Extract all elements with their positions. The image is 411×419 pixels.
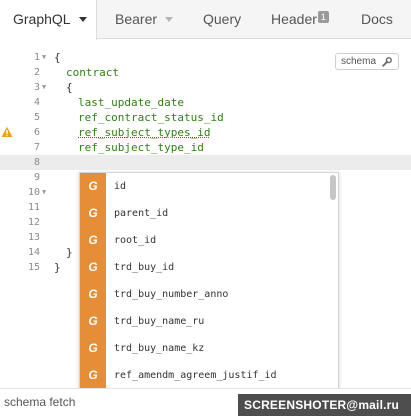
tab-bearer[interactable]: Bearer [115, 0, 174, 39]
fold-arrow-icon[interactable]: ▼ [42, 185, 46, 200]
tab-header-label: Header [271, 11, 317, 27]
line-number: 6 [33, 127, 40, 138]
graphql-type-icon: G [80, 254, 106, 281]
hint-label: id [114, 181, 127, 192]
tab-query-label: Query [203, 11, 242, 27]
code-text: } [66, 246, 73, 259]
watermark: SCREENSHOTER@mail.ru [238, 394, 411, 416]
hint-item[interactable]: G trd_buy_number_anno [80, 281, 338, 308]
tab-docs-label: Docs [361, 11, 393, 27]
code-text: contract [66, 66, 119, 79]
line-number: 5 [33, 112, 40, 123]
editor-line: 6 ref_subject_types_id [0, 125, 411, 140]
line-number: 9 [33, 172, 40, 183]
line-number: 2 [33, 67, 40, 78]
editor-line: 7 ref_subject_type_id [0, 140, 411, 155]
hint-item[interactable]: G root_id [80, 227, 338, 254]
chevron-down-icon [165, 16, 174, 22]
line-number: 14 [27, 247, 40, 258]
fold-arrow-icon[interactable]: ▼ [42, 50, 46, 65]
hint-label: trd_buy_number_anno [114, 289, 229, 300]
editor-line: 5 ref_contract_status_id [0, 110, 411, 125]
hint-item[interactable]: G ref_amendm_agreem_justif_id [80, 362, 338, 389]
line-number: 11 [27, 202, 40, 213]
line-number: 3 [33, 82, 40, 93]
graphql-type-icon: G [80, 308, 106, 335]
hint-item[interactable]: G parent_id [80, 200, 338, 227]
tab-bar: GraphQL Bearer Query Header 1 Docs [0, 0, 411, 40]
code-text: { [66, 81, 73, 94]
line-number: 15 [27, 262, 40, 273]
tab-bearer-label: Bearer [115, 11, 158, 27]
hint-label: trd_buy_name_kz [114, 343, 205, 354]
schema-button-label: schema [341, 56, 377, 67]
hint-item[interactable]: G trd_buy_name_ru [80, 308, 338, 335]
line-number: 13 [27, 232, 40, 243]
hint-item[interactable]: G trd_buy_name_kz [80, 335, 338, 362]
code-text: last_update_date [78, 96, 184, 109]
editor-line: 3 ▼ { [0, 80, 411, 95]
line-number: 8 [33, 157, 40, 168]
graphql-type-icon: G [80, 335, 106, 362]
header-count-badge: 1 [317, 11, 329, 23]
line-number: 10 [27, 187, 40, 198]
code-text: { [54, 51, 61, 64]
dropdown-scrollbar[interactable] [330, 175, 336, 200]
code-text: } [54, 261, 61, 274]
hint-label: root_id [114, 235, 157, 246]
hint-label: ref_amendm_agreem_justif_id [114, 370, 277, 381]
tab-header[interactable]: Header 1 [271, 0, 329, 39]
code-text: ref_contract_status_id [78, 111, 224, 124]
warning-icon [1, 126, 13, 137]
hint-label: trd_buy_id [114, 262, 175, 273]
graphql-type-icon: G [80, 227, 106, 254]
code-text: ref_subject_type_id [78, 141, 204, 154]
graphql-type-icon: G [80, 173, 106, 200]
autocomplete-dropdown: G id G parent_id G root_id G trd_buy_id … [79, 172, 339, 419]
line-number: 1 [33, 52, 40, 63]
schema-button[interactable]: schema [335, 53, 399, 70]
editor-line-current: 8 [0, 155, 411, 170]
status-text: schema fetch [4, 395, 76, 409]
editor-line: 4 last_update_date [0, 95, 411, 110]
tab-graphql[interactable]: GraphQL [0, 0, 97, 40]
tab-query[interactable]: Query [203, 0, 241, 39]
line-number: 12 [27, 217, 40, 228]
tab-graphql-label: GraphQL [13, 11, 71, 27]
code-text: ref_subject_types_id [78, 126, 211, 139]
hint-label: parent_id [114, 208, 169, 219]
wrench-icon [382, 57, 392, 67]
line-number: 7 [33, 142, 40, 153]
hint-label: trd_buy_name_ru [114, 316, 205, 327]
graphql-type-icon: G [80, 200, 106, 227]
graphql-type-icon: G [80, 281, 106, 308]
fold-arrow-icon[interactable]: ▼ [42, 80, 46, 95]
line-number: 4 [33, 97, 40, 108]
chevron-down-icon [78, 16, 87, 22]
hint-item[interactable]: G trd_buy_id [80, 254, 338, 281]
tab-docs[interactable]: Docs [361, 0, 393, 39]
hint-item[interactable]: G id [80, 173, 338, 200]
graphql-type-icon: G [80, 362, 106, 389]
